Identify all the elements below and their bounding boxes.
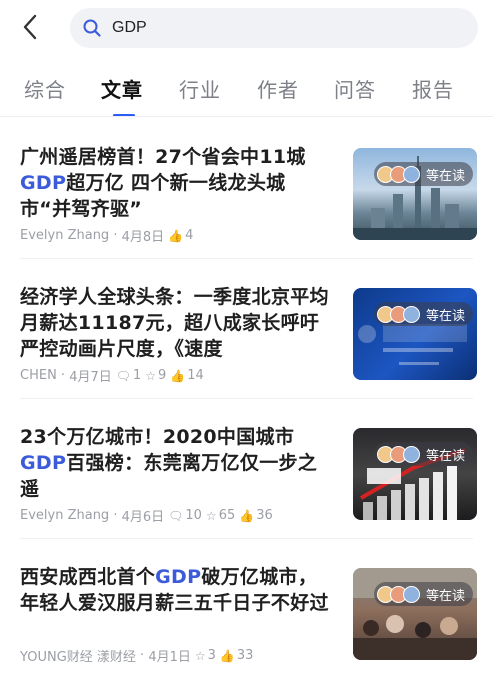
avatar (402, 165, 420, 183)
reading-badge: 等在读 (373, 582, 473, 606)
tab-industry[interactable]: 行业 (179, 74, 221, 103)
comment-icon: 🗨 (115, 368, 131, 383)
article-meta: CHEN · 4月7日 🗨 1 ☆ 9 👍 14 (20, 368, 204, 385)
article-meta: YOUNG财经 漾财经 · 4月1日 ☆ 3 👍 33 (20, 646, 254, 665)
tab-articles[interactable]: 文章 (101, 74, 143, 103)
article-title[interactable]: 经济学人全球头条：一季度北京平均月薪达11187元，超八成家长呼吁严控动画片尺度… (20, 284, 336, 362)
divider (20, 258, 473, 259)
author-name[interactable]: YOUNG财经 漾财经 (20, 646, 136, 665)
article-card[interactable]: 经济学人全球头条：一季度北京平均月薪达11187元，超八成家长呼吁严控动画片尺度… (0, 282, 493, 422)
comment-icon: 🗨 (168, 508, 184, 523)
reading-badge: 等在读 (373, 302, 473, 326)
thumbs-up-icon: 👍 (170, 368, 186, 383)
article-card[interactable]: 广州遥居榜首！27个省会中11城GDP超万亿 四个新一线龙头城市“并驾齐驱” E… (0, 142, 493, 282)
avatar (402, 585, 420, 603)
article-title[interactable]: 西安成西北首个GDP破万亿城市，年轻人爱汉服月薪三五千日子不好过 (20, 564, 336, 616)
article-title[interactable]: 广州遥居榜首！27个省会中11城GDP超万亿 四个新一线龙头城市“并驾齐驱” (20, 144, 336, 222)
tab-qa[interactable]: 问答 (334, 74, 376, 103)
star-icon: ☆ (145, 368, 157, 383)
tab-authors[interactable]: 作者 (257, 74, 299, 103)
avatar (402, 445, 420, 463)
chevron-left-icon (23, 14, 37, 40)
author-name[interactable]: Evelyn Zhang (20, 228, 109, 243)
tab-comprehensive[interactable]: 综合 (24, 74, 66, 103)
search-icon (83, 19, 101, 37)
top-bar: GDP (0, 0, 493, 56)
divider (20, 398, 473, 399)
star-count: ☆ 3 (194, 648, 216, 663)
article-card[interactable]: 23个万亿城市！2020中国城市GDP百强榜：东莞离万亿仅一步之遥 Evelyn… (0, 422, 493, 562)
thumbs-up-icon: 👍 (219, 648, 235, 663)
divider (20, 538, 473, 539)
thumbs-up-icon: 👍 (239, 508, 255, 523)
star-count: ☆ 65 (205, 508, 236, 523)
article-meta: Evelyn Zhang · 4月6日 🗨 10 ☆ 65 👍 36 (20, 508, 273, 525)
reading-badge: 等在读 (373, 442, 473, 466)
avatar (402, 305, 420, 323)
article-thumbnail[interactable]: 等在读 (353, 568, 477, 660)
article-thumbnail[interactable]: 等在读 (353, 428, 477, 520)
comment-count: 🗨 10 (168, 508, 202, 523)
star-icon: ☆ (205, 508, 217, 523)
author-name[interactable]: Evelyn Zhang (20, 508, 109, 523)
comment-count: 🗨 1 (115, 368, 142, 383)
category-tabs: 综合 文章 行业 作者 问答 报告 (0, 66, 493, 117)
publish-date: 4月7日 (69, 370, 112, 385)
like-count: 👍 14 (170, 368, 204, 383)
publish-date: 4月8日 (121, 230, 165, 245)
publish-date: 4月1日 (148, 650, 191, 665)
article-title[interactable]: 23个万亿城市！2020中国城市GDP百强榜：东莞离万亿仅一步之遥 (20, 424, 336, 502)
thumbs-up-icon: 👍 (168, 228, 184, 243)
author-name[interactable]: CHEN (20, 368, 57, 383)
back-button[interactable] (14, 10, 46, 44)
reading-badge: 等在读 (373, 162, 473, 186)
star-icon: ☆ (194, 648, 206, 663)
publish-date: 4月6日 (121, 510, 165, 525)
search-input[interactable]: GDP (70, 8, 478, 48)
divider (0, 116, 493, 117)
article-thumbnail[interactable]: 等在读 (353, 148, 477, 240)
search-query: GDP (112, 19, 147, 36)
star-count: ☆ 9 (145, 368, 167, 383)
article-thumbnail[interactable]: 等在读 (353, 288, 477, 380)
like-count: 👍 36 (239, 508, 273, 523)
tab-reports[interactable]: 报告 (412, 74, 454, 103)
article-meta: Evelyn Zhang · 4月8日 👍 4 (20, 228, 194, 245)
like-count: 👍 33 (219, 648, 254, 663)
like-count: 👍 4 (168, 228, 194, 243)
article-card[interactable]: 西安成西北首个GDP破万亿城市，年轻人爱汉服月薪三五千日子不好过 YOUNG财经… (0, 562, 493, 681)
